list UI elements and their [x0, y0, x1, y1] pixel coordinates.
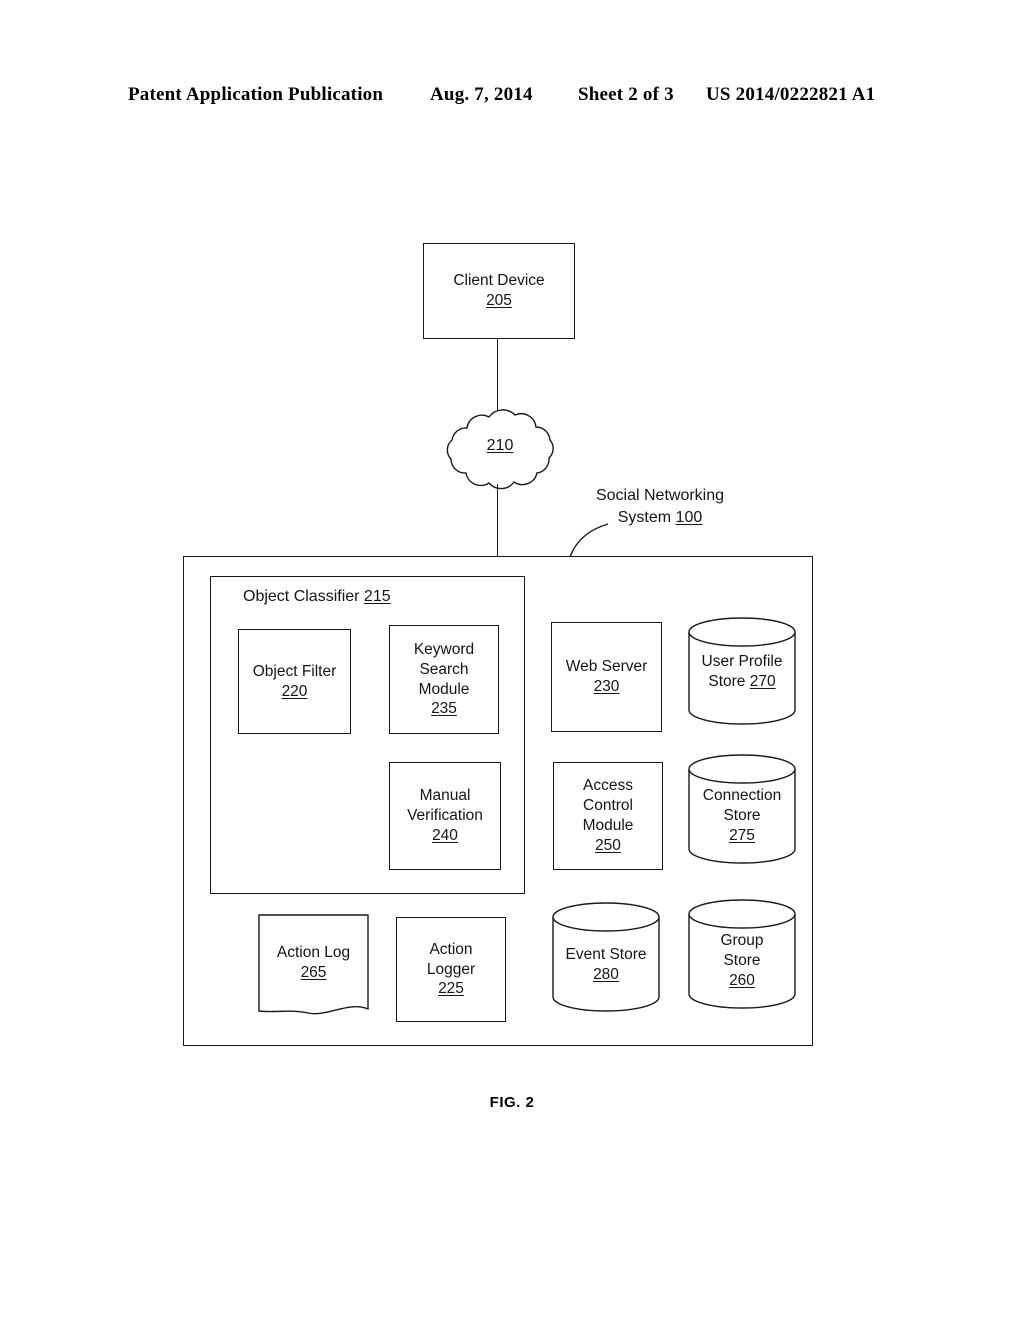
keyword-search-module-line2: Search: [419, 660, 469, 678]
action-logger-ref: 225: [438, 980, 464, 998]
web-server-ref: 230: [593, 678, 620, 695]
object-filter-node: Object Filter 220: [238, 629, 351, 734]
header-date: Aug. 7, 2014: [430, 84, 533, 105]
action-log-node: Action Log 265: [256, 913, 371, 1019]
object-classifier-title: Object Classifier 215: [243, 588, 391, 606]
object-filter-title: Object Filter: [252, 662, 337, 680]
action-log-ref: 265: [300, 964, 327, 982]
network-cloud-ref: 210: [486, 437, 514, 454]
action-logger-line2: Logger: [426, 960, 476, 978]
keyword-search-module-line3: Module: [418, 680, 470, 698]
access-control-module-ref: 250: [595, 836, 621, 854]
action-log-label: Action Log 265: [256, 943, 371, 983]
publication-header: Patent Application Publication Aug. 7, 2…: [0, 84, 1024, 110]
object-filter-ref: 220: [281, 682, 308, 700]
keyword-search-module-line1: Keyword: [413, 640, 475, 658]
connector-network-to-system: [497, 484, 499, 556]
access-control-module-line3: Module: [582, 817, 634, 834]
client-device-ref: 205: [486, 292, 512, 309]
figure-caption: FIG. 2: [489, 1094, 535, 1111]
system-callout-line1: Social Networking: [595, 487, 725, 504]
action-logger-line1: Action: [429, 940, 473, 958]
event-store-node: Event Store 280: [551, 902, 661, 1012]
access-control-module-node: Access Control Module 250: [553, 762, 663, 870]
group-store-node: Group Store 260: [687, 899, 797, 1009]
connection-store-node: Connection Store 275: [687, 754, 797, 864]
header-publication-type: Patent Application Publication: [128, 84, 384, 105]
manual-verification-line1: Manual: [419, 787, 471, 805]
keyword-search-module-ref: 235: [431, 700, 457, 718]
web-server-node: Web Server 230: [551, 622, 662, 732]
action-logger-node: Action Logger 225: [396, 917, 506, 1022]
access-control-module-line1: Access: [583, 777, 633, 795]
manual-verification-node: Manual Verification 240: [389, 762, 501, 870]
system-callout-ref: 100: [675, 508, 703, 526]
header-sheet-number: Sheet 2 of 3: [578, 84, 674, 105]
network-cloud-label: 210: [437, 437, 563, 455]
manual-verification-line2: Verification: [407, 807, 483, 825]
keyword-search-module-node: Keyword Search Module 235: [389, 625, 499, 734]
user-profile-store-node: User Profile Store 270: [687, 617, 797, 725]
client-device-node: Client Device 205: [423, 243, 575, 339]
web-server-title: Web Server: [565, 658, 648, 676]
action-log-title: Action Log: [276, 944, 351, 961]
manual-verification-ref: 240: [432, 826, 458, 844]
header-publication-number: US 2014/0222821 A1: [706, 84, 876, 105]
network-cloud-node: 210: [437, 404, 563, 494]
object-classifier-ref: 215: [363, 588, 391, 605]
access-control-module-line2: Control: [583, 797, 633, 815]
object-classifier-text: Object Classifier: [243, 588, 364, 605]
client-device-title: Client Device: [453, 272, 545, 290]
